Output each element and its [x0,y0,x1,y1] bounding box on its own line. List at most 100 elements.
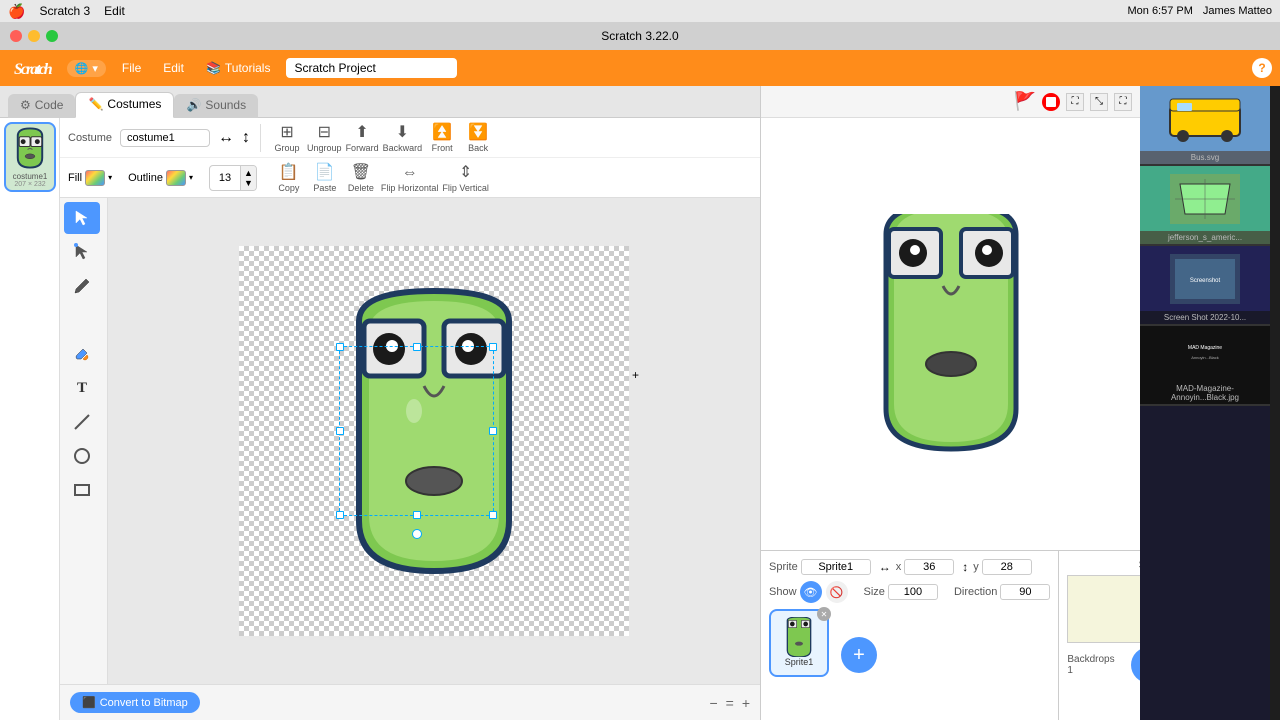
reshape-tool[interactable] [64,236,100,268]
sprite-card-sprite1[interactable]: ✕ Sprite [769,609,829,677]
close-button[interactable] [10,30,22,42]
project-name-input[interactable] [286,58,457,78]
forward-btn[interactable]: ⬆ Forward [346,122,379,153]
size-input[interactable] [888,584,938,600]
sprites-panel: Sprite ↔ x ↕ y Sh [761,551,1059,720]
stage-preview [761,118,1140,550]
backdrops-label: Backdrops 1 [1067,654,1114,676]
stop-icon [1046,97,1056,107]
copy-btn[interactable]: 📋 Copy [273,162,305,193]
file-menu[interactable]: File [116,59,147,77]
size-label: Size [864,586,885,598]
costume-field-label: Costume [68,132,112,144]
stop-button[interactable] [1042,93,1060,111]
maximize-button[interactable] [46,30,58,42]
zoom-reset-button[interactable]: = [726,695,734,711]
backward-btn[interactable]: ⬇ Backward [383,122,423,153]
cursor: + [632,368,640,376]
convert-to-bitmap-button[interactable]: ⬛ Convert to Bitmap [70,692,200,713]
flip-vertical-btn[interactable]: ⇕ Flip Vertical [442,162,489,193]
front-btn[interactable]: ⏫ Front [426,122,458,153]
delete-sprite-btn[interactable]: ✕ [817,607,831,621]
scratch-logo: Scratch [8,56,57,81]
costume-svg [10,126,50,170]
rectangle-tool[interactable] [64,474,100,506]
back-btn[interactable]: ⏬ Back [462,122,494,153]
ungroup-btn[interactable]: ⊟ Ungroup [307,122,342,153]
sprite-info-row: Sprite ↔ x ↕ y [769,559,1050,575]
fill-label: Fill [68,172,82,184]
zoom-out-button[interactable]: − [709,695,717,711]
flip-horizontal-btn[interactable]: ⇔ Flip Horizontal [381,164,439,193]
tab-code[interactable]: ⚙ Code [8,94,75,118]
app-name[interactable]: Scratch 3 [39,4,90,18]
eraser-tool[interactable] [64,304,100,336]
flip-v-icon[interactable]: ↕ [242,129,250,147]
language-button[interactable]: 🌐 ▾ [67,60,106,77]
svg-text:Screenshot: Screenshot [1190,278,1221,284]
select-tool[interactable] [64,202,100,234]
add-sprite-button[interactable]: + [841,637,877,673]
thickness-control: ▲▼ [209,165,257,191]
costume-thumbnail[interactable]: costume1 207 × 232 [4,122,56,192]
tab-costumes[interactable]: ✏️ Costumes [75,92,174,118]
window-controls[interactable] [10,30,58,42]
thickness-arrow[interactable]: ▲▼ [240,166,256,190]
hide-button[interactable]: 🚫 [826,581,848,603]
fill-arrow[interactable]: ▾ [108,173,112,182]
green-flag-button[interactable]: 🚩 [1014,91,1036,112]
minimize-button[interactable] [28,30,40,42]
apple-menu[interactable]: 🍎 [8,3,25,20]
edit-menu[interactable]: Edit [104,4,125,18]
canvas-area[interactable]: + [108,198,760,684]
tab-sounds[interactable]: 🔊 Sounds [174,94,258,118]
menubar: 🍎 Scratch 3 Edit Mon 6:57 PM James Matte… [0,0,1280,22]
edit-menu-scratch[interactable]: Edit [157,59,190,77]
direction-input[interactable] [1000,584,1050,600]
size-item: Size [864,584,938,600]
canvas-bottom-bar: ⬛ Convert to Bitmap − = + [60,684,760,720]
line-tool[interactable] [64,406,100,438]
svg-text:MAD Magazine: MAD Magazine [1188,345,1222,351]
y-input[interactable] [982,559,1032,575]
thickness-input[interactable] [210,170,240,186]
mad-image: MAD MagazineAnnoyin...Black [1140,326,1270,382]
sounds-icon: 🔊 [186,98,201,112]
fullscreen-button[interactable]: ⛶ [1066,93,1084,111]
globe-arrow: ▾ [92,62,98,75]
bottom-section: Sprite ↔ x ↕ y Sh [761,550,1140,720]
pencil-tool[interactable] [64,270,100,302]
paste-btn[interactable]: 📄 Paste [309,162,341,193]
tutorials-menu[interactable]: 📚 Tutorials [200,59,277,77]
delete-btn[interactable]: 🗑 Delete [345,162,377,193]
globe-icon: 🌐 [75,62,89,75]
x-input[interactable] [904,559,954,575]
screenshot1-label: Screen Shot 2022-10... [1140,311,1270,324]
outline-arrow[interactable]: ▾ [189,173,193,182]
fill-tool[interactable] [64,338,100,370]
sprite-name-item: Sprite [769,559,871,575]
bus-label: Bus.svg [1140,151,1270,164]
sidebar-item-mad: MAD MagazineAnnoyin...Black MAD-Magazine… [1140,326,1270,406]
show-button[interactable]: 👁 [800,581,822,603]
stage-size-button[interactable]: ⤡ [1090,93,1108,111]
fill-color-swatch[interactable] [85,170,105,186]
map-image [1140,166,1270,231]
bus-image [1140,86,1270,151]
left-panel: ⚙ Code ✏️ Costumes 🔊 Sounds [0,86,760,720]
flip-h-icon[interactable]: ↔ [218,129,234,147]
outline-color-swatch[interactable] [166,170,186,186]
bitmap-icon: ⬛ [82,696,96,709]
text-tool[interactable]: T [64,372,100,404]
editor-toolbar-row2: Fill ▾ Outline ▾ ▲▼ [60,158,760,198]
help-button[interactable]: ? [1252,58,1272,78]
x-arrows: ↔ [879,560,891,574]
circle-tool[interactable] [64,440,100,472]
tools-panel: T [60,198,108,684]
sprite-editor-canvas[interactable] [239,246,629,636]
zoom-in-button[interactable]: + [742,695,750,711]
costume-name-field[interactable] [120,129,210,147]
sprite-name-input[interactable] [801,559,871,575]
maximize-stage-button[interactable]: ⛶ [1114,93,1132,111]
group-btn[interactable]: ⊞ Group [271,122,303,153]
